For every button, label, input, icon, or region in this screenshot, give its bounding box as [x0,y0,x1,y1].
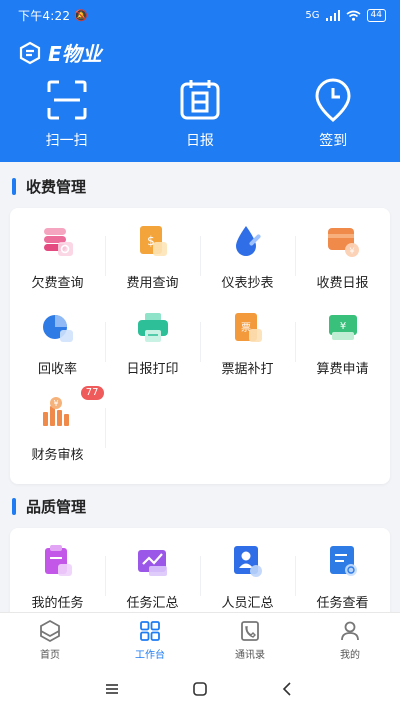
fee-card: 欠费查询 $ 费用查询 仪表抄表 ¥ 收费日报 回收率 日报打印 票 票据补打 … [10,208,390,484]
menu-icon[interactable] [103,680,121,698]
my-task-icon [44,545,72,576]
quality-item-task-summary[interactable]: 任务汇总 [105,528,200,612]
status-bar: 下午4:22 🔕 5G 44 [18,6,386,24]
battery-icon: 44 [366,8,386,22]
fee-item-label: 收费日报 [316,276,369,291]
home-icon [40,619,60,643]
app-header: 下午4:22 🔕 5G 44 E物业 扫一扫 日报 签到 [0,0,400,162]
scan-icon [47,80,87,120]
fee-query-icon: $ [139,226,167,256]
fee-item-label: 票据补打 [221,362,274,377]
fee-item-label: 财务审核 [31,448,84,463]
recovery-rate-icon [42,315,73,342]
tab-contacts[interactable]: 通讯录 [200,613,300,666]
quality-item-staff-summary[interactable]: 人员汇总 [200,528,295,612]
workbench-icon [140,621,160,641]
tab-home[interactable]: 首页 [0,613,100,666]
tab-label: 工作台 [135,650,165,661]
bottom-tabbar: 首页 工作台 通讯录 我的 [0,612,400,666]
wifi-icon [346,10,361,21]
quick-label: 日报 [185,133,214,149]
pending-count-badge: 77 [80,386,104,400]
fee-item-print[interactable]: 日报打印 [105,294,200,380]
fee-item-fee-daily[interactable]: ¥ 收费日报 [295,208,390,294]
quality-item-label: 人员汇总 [221,596,274,611]
back-icon[interactable] [279,680,297,698]
invoice-reprint-icon: 票 [234,313,262,342]
tab-label: 首页 [40,650,60,661]
daily-report-icon [180,80,220,120]
quick-label: 签到 [319,133,348,149]
task-view-icon [329,546,357,576]
tab-label: 我的 [340,650,360,661]
workbench-content[interactable]: 收费管理 欠费查询 $ 费用查询 仪表抄表 ¥ 收费日报 回收率 日报打印 票 … [0,162,400,612]
fee-item-label: 日报打印 [126,362,179,377]
fee-item-finance-audit[interactable]: ¥ 77 财务审核 [10,380,105,466]
svg-text:¥: ¥ [339,321,345,332]
svg-text:¥: ¥ [349,247,354,256]
fee-item-label: 算费申请 [316,362,369,377]
fee-item-label: 费用查询 [126,276,179,291]
signal-icon [325,9,340,21]
fee-item-meter-reading[interactable]: 仪表抄表 [200,208,295,294]
home-button-icon[interactable] [191,680,209,698]
fee-item-label: 仪表抄表 [221,276,274,291]
app-title: E物业 [48,42,102,66]
quality-item-label: 任务汇总 [126,596,179,611]
section-title-fee: 收费管理 [12,176,86,196]
quality-item-label: 任务查看 [316,596,369,611]
staff-summary-icon [233,546,262,577]
fee-item-label: 欠费查询 [31,276,84,291]
fee-item-fee-apply[interactable]: ¥ 算费申请 [295,294,390,380]
quality-item-my-task[interactable]: 我的任务 [10,528,105,612]
quick-checkin[interactable]: 签到 [267,78,400,150]
app-logo-icon [19,41,41,64]
meter-reading-icon [235,226,261,256]
svg-text:¥: ¥ [53,399,58,408]
quality-card: 我的任务 任务汇总 人员汇总 任务查看 [10,528,390,612]
quality-item-label: 我的任务 [31,596,84,611]
quick-actions: 扫一扫 日报 签到 [0,78,400,150]
quick-daily-report[interactable]: 日报 [133,78,266,150]
profile-icon [341,621,359,641]
arrears-query-icon [43,228,73,256]
tab-profile[interactable]: 我的 [300,613,400,666]
status-time: 下午4:22 [18,8,71,23]
fee-item-arrears-query[interactable]: 欠费查询 [10,208,105,294]
mute-icon: 🔕 [74,8,88,22]
fee-item-invoice-reprint[interactable]: 票 票据补打 [200,294,295,380]
section-title-quality: 品质管理 [12,496,86,516]
quick-label: 扫一扫 [45,133,88,149]
fee-item-recovery-rate[interactable]: 回收率 [10,294,105,380]
fee-apply-icon: ¥ [328,315,357,340]
tab-workbench[interactable]: 工作台 [100,613,200,666]
fee-daily-icon: ¥ [327,228,359,257]
tab-label: 通讯录 [235,650,265,661]
system-navbar [0,666,400,711]
print-icon [137,313,168,342]
quality-item-task-view[interactable]: 任务查看 [295,528,390,612]
task-summary-icon [137,550,167,576]
network-label: 5G [305,9,320,21]
brand: E物业 [18,38,102,67]
finance-audit-icon: ¥ [42,397,69,426]
contacts-icon [241,621,259,641]
quick-scan[interactable]: 扫一扫 [0,78,133,150]
checkin-icon [315,78,351,122]
fee-item-fee-query[interactable]: $ 费用查询 [105,208,200,294]
fee-item-label: 回收率 [37,362,77,377]
